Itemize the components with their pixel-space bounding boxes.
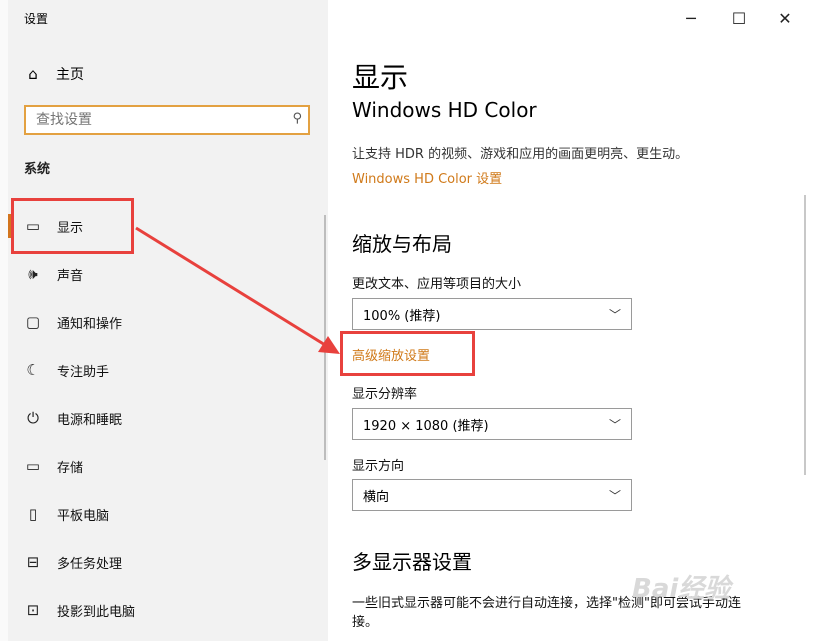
watermark-text: Bai经验 [632, 574, 731, 604]
sidebar-item-tablet[interactable]: ▯ 平板电脑 [8, 494, 328, 534]
resolution-dropdown[interactable]: 1920 × 1080 (推荐) ﹀ [352, 408, 632, 440]
notification-icon: ▢ [25, 313, 41, 331]
projector-icon: ⊡ [26, 601, 40, 619]
maximize-button[interactable]: ☐ [716, 4, 762, 32]
sidebar-item-label: 平板电脑 [57, 508, 110, 524]
window-title: 设置 [24, 12, 49, 26]
main-scrollbar[interactable] [804, 195, 806, 475]
settings-window: 设置 ─ ☐ ✕ ⌂ 主页 ⚲ 系统 ▭ 显示 🕪 声音 ▢ 通知和操作 ☾ 专… [0, 0, 816, 641]
sidebar-item-label: 多任务处理 [57, 556, 123, 572]
scale-label: 更改文本、应用等项目的大小 [352, 277, 522, 292]
sidebar-item-label: 存储 [57, 460, 84, 476]
page-title: 显示 [352, 61, 409, 94]
resolution-label: 显示分辨率 [352, 387, 418, 402]
search-icon: ⚲ [292, 111, 302, 126]
tablet-icon: ▯ [28, 505, 38, 523]
sidebar-item-power-sleep[interactable]: ⏻ 电源和睡眠 [8, 398, 328, 438]
home-nav-item[interactable]: ⌂ 主页 [24, 64, 84, 84]
chevron-down-icon: ﹀ [608, 417, 621, 432]
power-icon: ⏻ [27, 409, 39, 427]
sidebar-item-label: 电源和睡眠 [57, 412, 123, 428]
scale-value: 100% (推荐) [363, 308, 441, 324]
hdr-description: 让支持 HDR 的视频、游戏和应用的画面更明亮、更生动。 [352, 147, 689, 162]
orientation-value: 横向 [363, 489, 390, 505]
sidebar-item-label: 投影到此电脑 [57, 604, 136, 620]
sidebar-item-multitasking[interactable]: ⊟ 多任务处理 [8, 542, 328, 582]
search-input[interactable] [26, 107, 276, 133]
sidebar-item-storage[interactable]: ▭ 存储 [8, 446, 328, 486]
sidebar-item-projecting[interactable]: ⊡ 投影到此电脑 [8, 590, 328, 630]
home-icon: ⌂ [28, 65, 38, 83]
sidebar-item-label: 通知和操作 [57, 316, 123, 332]
advanced-link-highlight-box [340, 331, 475, 376]
orientation-label: 显示方向 [352, 459, 405, 474]
close-button[interactable]: ✕ [762, 4, 808, 32]
chevron-down-icon: ﹀ [608, 307, 621, 322]
search-box[interactable]: ⚲ [24, 105, 310, 135]
scale-dropdown[interactable]: 100% (推荐) ﹀ [352, 298, 632, 330]
resolution-value: 1920 × 1080 (推荐) [363, 418, 489, 434]
sidebar-item-focus-assist[interactable]: ☾ 专注助手 [8, 350, 328, 390]
home-label: 主页 [56, 67, 84, 83]
sidebar-item-label: 声音 [57, 268, 84, 284]
moon-icon: ☾ [26, 361, 40, 379]
multi-display-heading: 多显示器设置 [352, 550, 472, 574]
sidebar-item-sound[interactable]: 🕪 声音 [8, 254, 328, 294]
section-title: 系统 [24, 162, 51, 177]
chevron-down-icon: ﹀ [608, 488, 621, 503]
multitasking-icon: ⊟ [26, 553, 40, 571]
sidebar-scrollbar[interactable] [324, 215, 326, 460]
display-highlight-box [11, 198, 134, 254]
scale-layout-heading: 缩放与布局 [352, 232, 452, 256]
storage-icon: ▭ [25, 457, 41, 475]
orientation-dropdown[interactable]: 横向 ﹀ [352, 479, 632, 511]
sidebar-item-notifications[interactable]: ▢ 通知和操作 [8, 302, 328, 342]
hdr-heading: Windows HD Color [352, 98, 537, 122]
multi-display-description-cont: 接。 [352, 615, 379, 630]
hdr-settings-link[interactable]: Windows HD Color 设置 [352, 168, 502, 187]
minimize-button[interactable]: ─ [668, 4, 714, 32]
sidebar-item-label: 专注助手 [57, 364, 110, 380]
speaker-icon: 🕪 [28, 265, 38, 283]
